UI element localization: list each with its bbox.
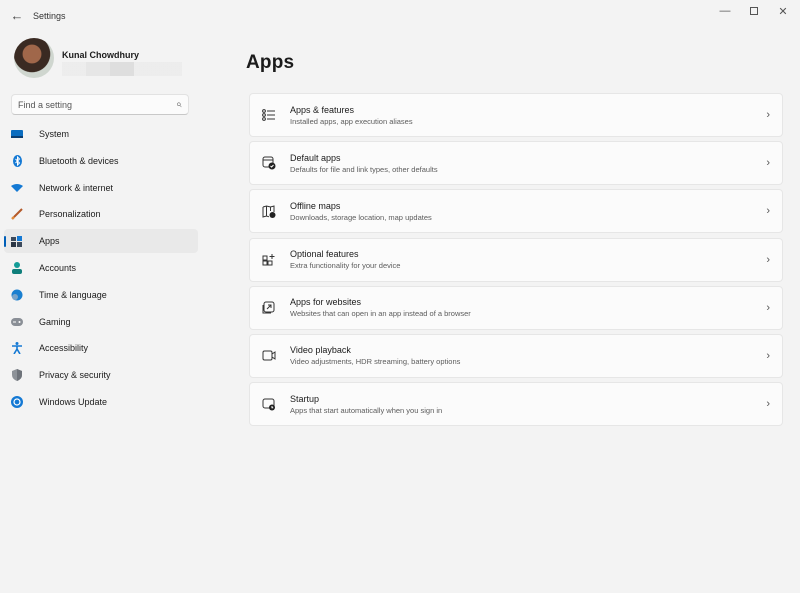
sidebar-item-system[interactable]: System: [4, 122, 198, 146]
card-offline-maps[interactable]: Offline maps Downloads, storage location…: [249, 189, 783, 234]
settings-list: Apps & features Installed apps, app exec…: [249, 93, 783, 430]
title-bar: ← Settings — ✕: [0, 0, 800, 32]
sidebar-item-label: Accounts: [39, 262, 77, 273]
sidebar-item-accessibility[interactable]: Accessibility: [4, 336, 198, 360]
close-button[interactable]: ✕: [771, 3, 795, 19]
sidebar-item-label: System: [39, 129, 70, 139]
sidebar-item-privacy-security[interactable]: Privacy & security: [4, 363, 198, 387]
sidebar-item-gaming[interactable]: Gaming: [4, 310, 198, 334]
sidebar-item-accounts[interactable]: Accounts: [4, 256, 198, 280]
sidebar-nav: System Bluetooth & devices Network & int…: [4, 122, 198, 417]
sidebar-item-label: Bluetooth & devices: [39, 155, 119, 166]
card-title: Video playback: [290, 345, 351, 356]
maximize-button[interactable]: [742, 3, 766, 19]
video-icon: [261, 348, 277, 364]
person-icon: [11, 261, 23, 274]
sidebar-item-bluetooth-devices[interactable]: Bluetooth & devices: [4, 149, 198, 173]
card-description: Video adjustments, HDR streaming, batter…: [290, 357, 461, 367]
user-email-redacted: [62, 62, 182, 76]
sidebar-item-label: Apps: [39, 236, 60, 247]
card-title: Default apps: [290, 152, 341, 163]
card-title: Offline maps: [290, 200, 341, 211]
chevron-right-icon: ›: [766, 205, 770, 218]
chevron-right-icon: ›: [766, 253, 770, 266]
sidebar-item-label: Gaming: [39, 316, 71, 327]
accessibility-icon: [11, 342, 23, 355]
avatar[interactable]: [14, 38, 54, 78]
card-title: Optional features: [290, 249, 359, 260]
card-description: Websites that can open in an app instead…: [290, 309, 471, 319]
bluetooth-icon: [11, 154, 23, 167]
user-name: Kunal Chowdhury: [62, 50, 139, 60]
wifi-icon: [11, 182, 23, 194]
maximize-icon: [750, 7, 758, 15]
app-title: Settings: [33, 11, 66, 21]
card-description: Downloads, storage location, map updates: [290, 212, 432, 222]
sidebar-item-label: Privacy & security: [39, 370, 111, 381]
sidebar-item-label: Network & internet: [39, 182, 114, 193]
apps-icon: [11, 235, 23, 248]
minimize-button[interactable]: —: [713, 3, 737, 19]
sidebar-item-label: Accessibility: [39, 343, 89, 354]
default-apps-icon: [261, 155, 277, 171]
sidebar-item-label: Time & language: [39, 289, 107, 300]
card-title: Startup: [290, 393, 320, 404]
update-icon: [11, 395, 23, 408]
search-input[interactable]: Find a setting: [18, 100, 176, 110]
chevron-right-icon: ›: [766, 109, 770, 121]
card-description: Defaults for file and link types, other …: [290, 164, 438, 174]
chevron-right-icon: ›: [766, 398, 770, 411]
system-icon: [11, 128, 23, 140]
card-default-apps[interactable]: Default apps Defaults for file and link …: [249, 141, 783, 186]
sidebar-item-windows-update[interactable]: Windows Update: [4, 390, 198, 414]
sidebar-item-time-language[interactable]: Time & language: [4, 283, 198, 307]
search-box[interactable]: Find a setting ⌕: [11, 94, 189, 115]
card-title: Apps for websites: [290, 297, 362, 308]
startup-icon: [261, 396, 277, 412]
sidebar-item-personalization[interactable]: Personalization: [4, 202, 198, 226]
chevron-right-icon: ›: [766, 157, 770, 170]
open-external-icon: [261, 300, 277, 316]
brush-icon: [11, 208, 23, 221]
back-arrow-icon: ←: [10, 7, 24, 23]
sidebar-item-network-internet[interactable]: Network & internet: [4, 176, 198, 200]
chevron-right-icon: ›: [766, 349, 770, 362]
sidebar-item-label: Personalization: [39, 209, 101, 220]
card-description: Installed apps, app execution aliases: [290, 116, 413, 126]
card-apps-features[interactable]: Apps & features Installed apps, app exec…: [249, 93, 783, 137]
close-icon: ✕: [778, 5, 788, 18]
card-video-playback[interactable]: Video playback Video adjustments, HDR st…: [249, 333, 783, 378]
sidebar-item-apps[interactable]: Apps: [4, 229, 198, 254]
minimize-icon: —: [719, 5, 731, 17]
list-icon: [261, 107, 277, 123]
grid-plus-icon: [261, 252, 277, 268]
card-description: Apps that start automatically when you s…: [290, 405, 443, 415]
card-title: Apps & features: [290, 104, 355, 115]
back-button[interactable]: ←: [8, 6, 26, 24]
shield-icon: [11, 369, 23, 382]
sidebar-item-label: Windows Update: [39, 396, 108, 407]
page-title: Apps: [246, 52, 295, 73]
chevron-right-icon: ›: [766, 301, 770, 314]
card-startup[interactable]: Startup Apps that start automatically wh…: [249, 382, 783, 427]
card-description: Extra functionality for your device: [290, 261, 401, 271]
search-icon[interactable]: ⌕: [176, 99, 182, 110]
globe-clock-icon: [11, 289, 23, 301]
card-optional-features[interactable]: Optional features Extra functionality fo…: [249, 237, 783, 282]
gamepad-icon: [11, 316, 23, 328]
card-apps-for-websites[interactable]: Apps for websites Websites that can open…: [249, 285, 783, 330]
map-icon: [261, 203, 277, 219]
